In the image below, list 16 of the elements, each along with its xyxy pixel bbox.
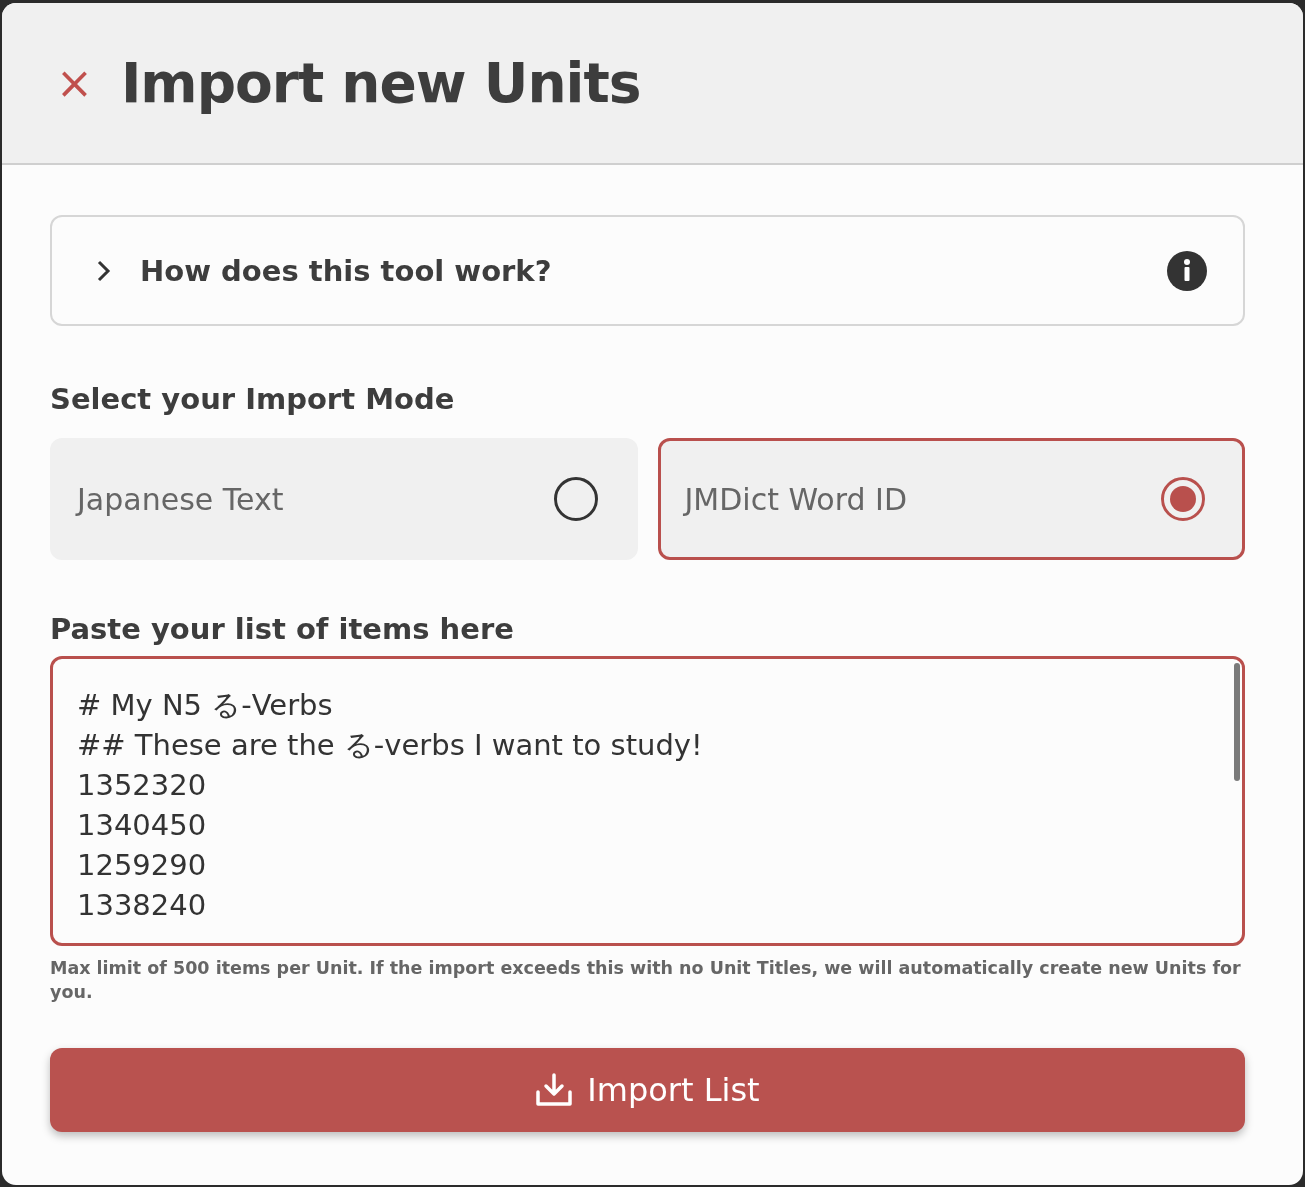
mode-option[interactable]: JMDict Word ID: [657, 438, 1245, 560]
dialog-title: Import new Units: [120, 51, 641, 115]
radio-icon: [552, 476, 599, 522]
section-heading: Paste your list of items here: [50, 612, 515, 646]
info-icon: [1167, 250, 1207, 291]
import-button[interactable]: Import List: [50, 1048, 1245, 1132]
close-button[interactable]: ×: [56, 61, 93, 105]
help-title: How does this tool work?: [140, 253, 553, 288]
section-heading: Select your Import Mode: [50, 382, 456, 416]
limit-note: Max limit of 500 items per Unit. If the import exceeds this with no Unit Titles, we will automatically create new Units for you.: [50, 957, 1242, 1004]
mode-option[interactable]: Japanese Text: [50, 438, 638, 560]
chevron-icon: [96, 258, 112, 283]
download-icon: [535, 1072, 574, 1108]
help-accordion[interactable]: How does this tool work?: [50, 215, 1245, 326]
text-area[interactable]: # My N5 る-Verbs ## These are the る-verbs I want to study! 1352320 1340450 1259290 1338240: [50, 656, 1245, 946]
radio-icon: [1160, 476, 1206, 522]
